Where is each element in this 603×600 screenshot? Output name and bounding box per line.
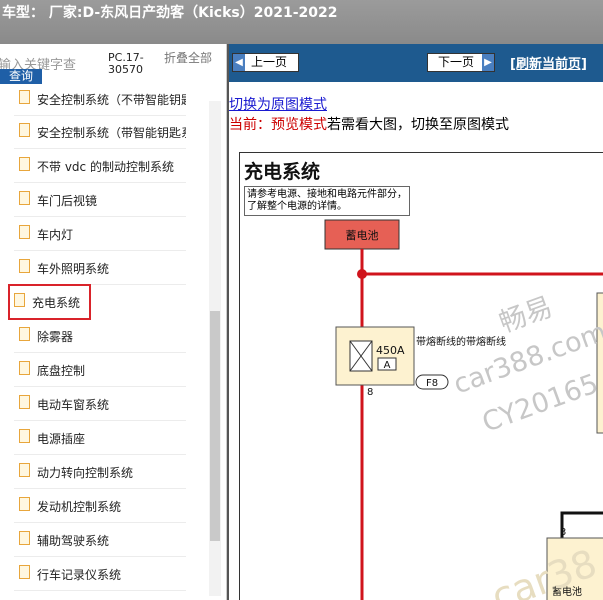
mode-hint: 若需看大图，切换至原图模式 bbox=[327, 117, 509, 133]
mode-current: 当前：预览模式 bbox=[229, 117, 327, 133]
list-item[interactable]: 辅助驾驶系统 bbox=[14, 523, 186, 557]
document-icon bbox=[19, 327, 30, 341]
connector-id: F8 bbox=[426, 378, 438, 389]
next-page-button[interactable]: 下一页 ▶ bbox=[427, 53, 495, 72]
document-icon bbox=[19, 395, 30, 409]
document-icon bbox=[19, 497, 30, 511]
document-icon bbox=[19, 225, 30, 239]
fuse-rating: 450A bbox=[376, 344, 405, 357]
list-item[interactable]: 行车记录仪系统 bbox=[14, 557, 186, 591]
circuit-drawing: 蓄电池 450A A 8 带熔断线的带熔断线 F8 3 蓄电池 bbox=[324, 219, 603, 600]
switch-original-mode-link[interactable]: 切换为原图模式 bbox=[229, 94, 327, 114]
list-item-selected[interactable]: 充电系统 bbox=[8, 284, 91, 320]
component-box-right bbox=[596, 292, 603, 434]
document-icon bbox=[19, 90, 30, 104]
list-item[interactable]: 底盘控制 bbox=[14, 353, 186, 387]
sidebar-scrollbar[interactable] bbox=[209, 101, 221, 596]
refresh-link[interactable]: [刷新当前页] bbox=[510, 53, 587, 72]
page-navbar: ◀ 上一页 下一页 ▶ [刷新当前页] bbox=[229, 44, 603, 82]
document-icon bbox=[19, 123, 30, 137]
collapse-all-button[interactable]: 折叠全部 bbox=[164, 52, 212, 64]
document-icon bbox=[19, 361, 30, 375]
prev-page-button[interactable]: ◀ 上一页 bbox=[232, 53, 299, 72]
document-icon bbox=[19, 463, 30, 477]
document-icon bbox=[14, 293, 25, 307]
document-icon bbox=[19, 565, 30, 579]
list-item[interactable]: 安全控制系统（不带智能钥匙 bbox=[14, 82, 186, 116]
list-item[interactable]: 除雾器 bbox=[14, 319, 186, 353]
list-item[interactable]: 安全控制系统（带智能钥匙系统 bbox=[14, 115, 186, 149]
battery-label: 蓄电池 bbox=[346, 229, 379, 242]
pc-code-label: PC.17-30570 bbox=[108, 51, 144, 76]
fuse-type: A bbox=[384, 360, 391, 371]
main-panel: ◀ 上一页 下一页 ▶ [刷新当前页] 切换为原图模式 当前：预览模式若需看大图… bbox=[227, 44, 603, 600]
list-item[interactable]: 发动机控制系统 bbox=[14, 489, 186, 523]
list-item[interactable]: 不带 vdc 的制动控制系统 bbox=[14, 149, 186, 183]
list-item[interactable]: 车外照明系统 bbox=[14, 251, 186, 285]
document-icon bbox=[19, 157, 30, 171]
list-item[interactable]: 车门后视镜 bbox=[14, 183, 186, 217]
pin-label-3: 3 bbox=[560, 527, 566, 538]
pin-label-8: 8 bbox=[367, 387, 373, 398]
document-icon bbox=[19, 531, 30, 545]
document-icon bbox=[19, 259, 30, 273]
list-item[interactable]: 电源插座 bbox=[14, 421, 186, 455]
fuse-description: 带熔断线的带熔断线 bbox=[416, 335, 506, 348]
document-icon bbox=[19, 191, 30, 205]
scrollbar-thumb[interactable] bbox=[210, 311, 220, 541]
arrow-left-icon: ◀ bbox=[233, 54, 245, 71]
list-item[interactable]: 车内灯 bbox=[14, 217, 186, 251]
mode-status: 当前：预览模式若需看大图，切换至原图模式 bbox=[229, 114, 509, 134]
document-icon bbox=[19, 429, 30, 443]
list-item[interactable]: 电动车窗系统 bbox=[14, 387, 186, 421]
window-title: 车型： 厂家:D-东风日产劲客（Kicks）2021-2022 bbox=[2, 5, 338, 21]
wiring-diagram: 充电系统 请参考电源、接地和电路元件部分，了解整个电源的详情。 蓄电池 450A… bbox=[239, 152, 603, 600]
list-item[interactable]: 动力转向控制系统 bbox=[14, 455, 186, 489]
arrow-right-icon: ▶ bbox=[482, 54, 494, 71]
sidebar: 输入关键字查 查询 PC.17-30570 折叠全部 安全控制系统（不带智能钥匙… bbox=[0, 44, 227, 600]
window-titlebar: 车型： 厂家:D-东风日产劲客（Kicks）2021-2022 bbox=[0, 0, 603, 44]
